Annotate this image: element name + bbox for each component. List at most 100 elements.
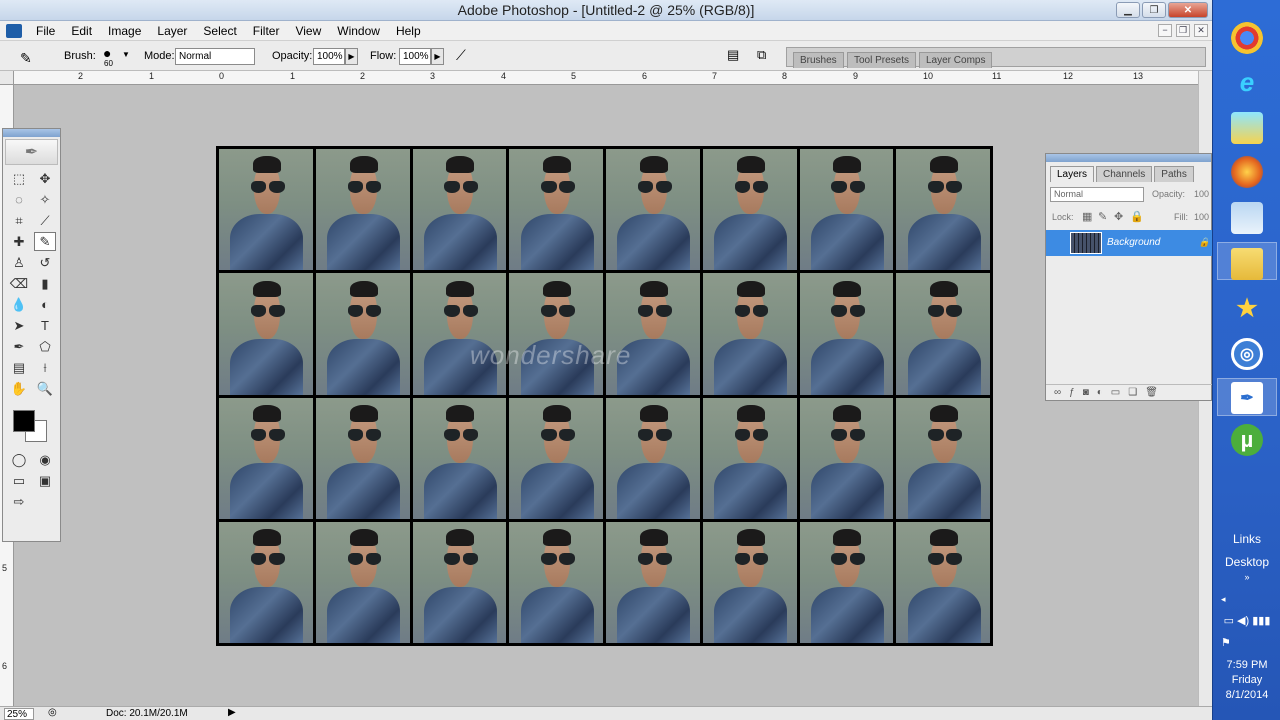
- opacity-arrow-icon[interactable]: ▶: [345, 48, 358, 65]
- file-explorer-icon[interactable]: [1231, 248, 1263, 280]
- desktop-toolbar-label[interactable]: Desktop: [1213, 555, 1280, 569]
- new-layer-icon[interactable]: ❑: [1128, 387, 1137, 398]
- firefox-icon[interactable]: [1231, 156, 1263, 188]
- screen-mode-icon[interactable]: ▭: [8, 471, 30, 490]
- feather-logo-icon[interactable]: ✒: [5, 139, 58, 165]
- brush-tool-icon[interactable]: ✎: [34, 232, 56, 251]
- menu-edit[interactable]: Edit: [63, 24, 100, 38]
- computer-icon[interactable]: [1231, 202, 1263, 234]
- blend-mode-select[interactable]: Normal: [1050, 187, 1144, 202]
- clock-time[interactable]: 7:59 PM: [1213, 659, 1280, 671]
- tab-tool-presets[interactable]: Tool Presets: [847, 52, 917, 68]
- flow-arrow-icon[interactable]: ▶: [431, 48, 444, 65]
- crop-tool-icon[interactable]: ⌗: [8, 211, 30, 230]
- close-button[interactable]: ✕: [1168, 2, 1208, 18]
- tray-arrow-icon[interactable]: ◂: [1213, 594, 1280, 605]
- horizontal-ruler[interactable]: 2 1 0 1 2 3 4 5 6 7 8 9 10 11 12 13: [14, 71, 1198, 85]
- links-toolbar-label[interactable]: Links: [1213, 532, 1280, 546]
- tab-brushes[interactable]: Brushes: [793, 52, 844, 68]
- add-mask-icon[interactable]: ◙: [1083, 387, 1089, 398]
- photoshop-logo-icon[interactable]: [6, 24, 22, 38]
- history-brush-tool-icon[interactable]: ↺: [34, 253, 56, 272]
- delete-layer-icon[interactable]: 🗑: [1145, 387, 1158, 398]
- blur-tool-icon[interactable]: 💧: [8, 295, 30, 314]
- layer-row-background[interactable]: Background 🔒: [1046, 230, 1213, 256]
- clone-stamp-tool-icon[interactable]: ♙: [8, 253, 30, 272]
- new-group-icon[interactable]: ▭: [1111, 387, 1120, 398]
- slice-tool-icon[interactable]: ⟋: [34, 211, 56, 230]
- dodge-tool-icon[interactable]: ◐: [34, 295, 56, 314]
- document-canvas[interactable]: [216, 146, 993, 646]
- airbrush-icon[interactable]: ⟋: [456, 47, 466, 64]
- eyedropper-tool-icon[interactable]: ⟊: [34, 358, 56, 377]
- file-browser-icon[interactable]: ▤: [727, 47, 739, 63]
- tray-icons[interactable]: ▭ ◀) ▮▮▮: [1213, 614, 1280, 627]
- expand-chevron-icon[interactable]: »: [1213, 572, 1280, 582]
- doc-close-button[interactable]: ✕: [1194, 24, 1208, 37]
- jump-to-imageready-icon[interactable]: ⇨: [8, 492, 30, 511]
- lock-pixels-icon[interactable]: ✎: [1098, 210, 1107, 223]
- zoom-tool-icon[interactable]: 🔍: [34, 379, 56, 398]
- tab-channels[interactable]: Channels: [1096, 166, 1153, 182]
- action-center-flag-icon[interactable]: ⚑: [1213, 636, 1280, 649]
- shape-tool-icon[interactable]: ⬠: [34, 337, 56, 356]
- photoshop-taskbar-icon[interactable]: ✒: [1231, 382, 1263, 414]
- lock-position-icon[interactable]: ✥: [1114, 210, 1123, 223]
- flow-field[interactable]: 100%: [399, 48, 431, 65]
- standard-mode-icon[interactable]: ◯: [8, 450, 30, 469]
- ruler-origin[interactable]: [0, 71, 14, 85]
- lock-all-icon[interactable]: 🔒: [1130, 210, 1144, 223]
- marquee-tool-icon[interactable]: ⬚: [8, 169, 30, 188]
- layer-style-icon[interactable]: ƒ: [1069, 387, 1075, 398]
- full-screen-mode-icon[interactable]: ▣: [34, 471, 56, 490]
- link-layers-icon[interactable]: ∞: [1054, 387, 1061, 398]
- gradient-tool-icon[interactable]: ▮: [34, 274, 56, 293]
- tab-layer-comps[interactable]: Layer Comps: [919, 52, 993, 68]
- menu-filter[interactable]: Filter: [245, 24, 288, 38]
- zoom-field[interactable]: 25%: [4, 708, 34, 720]
- foreground-color-swatch[interactable]: [13, 410, 35, 432]
- type-tool-icon[interactable]: T: [34, 316, 56, 335]
- mode-select[interactable]: Normal: [175, 48, 255, 65]
- lock-transparency-icon[interactable]: ▦: [1082, 210, 1092, 223]
- eraser-tool-icon[interactable]: ⌫: [8, 274, 30, 293]
- pen-tool-icon[interactable]: ✒: [8, 337, 30, 356]
- lasso-tool-icon[interactable]: ◌: [8, 190, 30, 209]
- status-menu-arrow-icon[interactable]: ▶: [228, 707, 236, 718]
- media-player-icon[interactable]: ◎: [1231, 338, 1263, 370]
- path-selection-tool-icon[interactable]: ➤: [8, 316, 30, 335]
- menu-select[interactable]: Select: [195, 24, 244, 38]
- restore-button[interactable]: ❐: [1142, 2, 1166, 18]
- hand-tool-icon[interactable]: ✋: [8, 379, 30, 398]
- brush-tool-icon[interactable]: ✎: [20, 50, 32, 67]
- doc-minimize-button[interactable]: −: [1158, 24, 1172, 37]
- tab-layers[interactable]: Layers: [1050, 166, 1095, 182]
- fill-field[interactable]: 100: [1194, 212, 1209, 222]
- status-info-icon[interactable]: ◎: [48, 707, 57, 718]
- favorites-star-icon[interactable]: ★: [1231, 292, 1263, 324]
- move-tool-icon[interactable]: ✥: [34, 169, 56, 188]
- toggle-palettes-icon[interactable]: ⧉: [757, 47, 766, 63]
- menu-view[interactable]: View: [287, 24, 329, 38]
- internet-explorer-icon[interactable]: e: [1231, 66, 1263, 98]
- quick-mask-mode-icon[interactable]: ◉: [34, 450, 56, 469]
- adjustment-layer-icon[interactable]: ◐: [1097, 387, 1103, 398]
- toolbox-titlebar[interactable]: [3, 129, 60, 137]
- healing-brush-tool-icon[interactable]: ✚: [8, 232, 30, 251]
- magic-wand-tool-icon[interactable]: ✧: [34, 190, 56, 209]
- menu-help[interactable]: Help: [388, 24, 429, 38]
- opacity-field[interactable]: 100%: [313, 48, 345, 65]
- menu-file[interactable]: File: [28, 24, 63, 38]
- layers-panel-titlebar[interactable]: [1046, 154, 1211, 162]
- brush-dropdown-icon[interactable]: ▼: [122, 50, 130, 59]
- menu-layer[interactable]: Layer: [149, 24, 195, 38]
- layer-opacity-field[interactable]: 100: [1194, 189, 1209, 199]
- minimize-button[interactable]: ▁: [1116, 2, 1140, 18]
- tab-paths[interactable]: Paths: [1154, 166, 1194, 182]
- menu-window[interactable]: Window: [329, 24, 388, 38]
- utorrent-icon[interactable]: µ: [1231, 424, 1263, 456]
- doc-restore-button[interactable]: ❐: [1176, 24, 1190, 37]
- menu-image[interactable]: Image: [100, 24, 149, 38]
- notes-tool-icon[interactable]: ▤: [8, 358, 30, 377]
- desktop-folder-icon[interactable]: [1231, 112, 1263, 144]
